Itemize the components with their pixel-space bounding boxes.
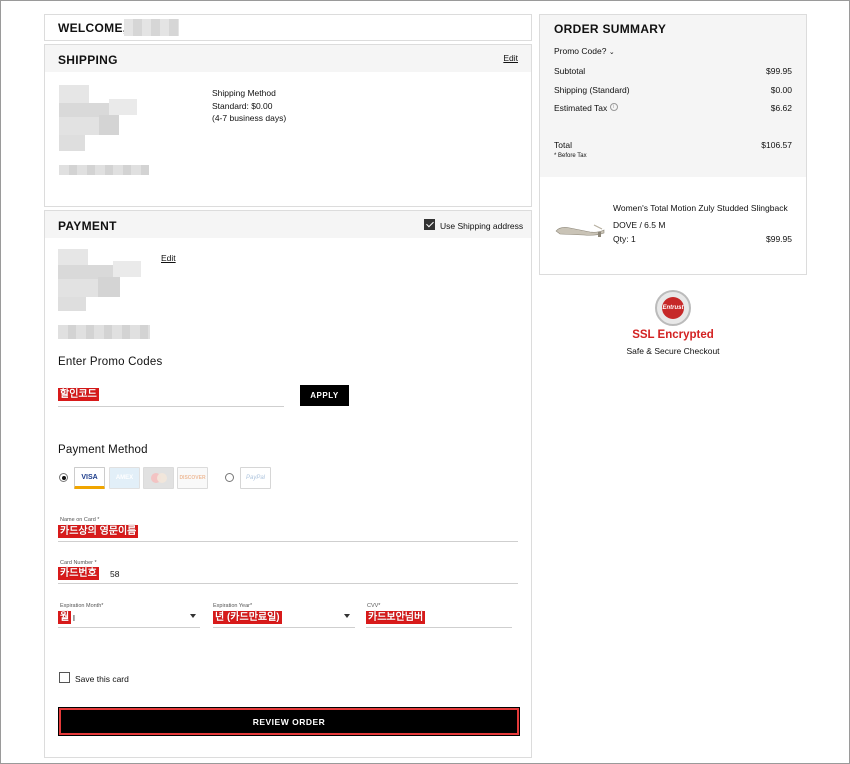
shipping-header: SHIPPING Edit [45, 45, 531, 72]
estimated-tax-value: $6.62 [770, 103, 792, 113]
before-tax-note: * Before Tax [554, 153, 587, 159]
promo-heading: Enter Promo Codes [58, 356, 163, 368]
cvv-input[interactable]: 카드보안넘버 [366, 611, 426, 624]
ssl-encrypted-label: SSL Encrypted [632, 329, 714, 341]
cvv-underline [366, 627, 512, 628]
shipping-cost-value: $0.00 [770, 85, 792, 95]
save-card-checkbox[interactable] [59, 672, 70, 683]
order-summary-title: ORDER SUMMARY [554, 22, 667, 36]
shipping-panel: SHIPPING Edit Shipping Method Standard: … [44, 44, 532, 207]
use-shipping-label: Use Shipping address [440, 221, 524, 231]
exp-year-select[interactable]: 년 (카드만료일) [213, 611, 282, 624]
exp-year-underline [213, 627, 355, 628]
estimated-tax-label: Estimated Tax i [554, 103, 618, 113]
product-thumbnail [555, 224, 605, 237]
name-on-card-input[interactable]: 카드상의 영문이름 [58, 525, 139, 538]
billing-edit-link[interactable]: Edit [161, 253, 176, 263]
exp-year-chevron-icon[interactable] [344, 614, 350, 618]
save-card-label: Save this card [75, 674, 129, 684]
payment-title: PAYMENT [58, 219, 117, 233]
card-number-input[interactable]: 카드번호 [58, 567, 99, 580]
visa-icon[interactable]: VISA [74, 467, 105, 489]
promo-code-toggle[interactable]: Promo Code? ⌄ [554, 46, 615, 56]
promo-code-toggle-label: Promo Code? [554, 46, 607, 56]
subtotal-value: $99.95 [766, 66, 792, 76]
shipping-method-eta: (4-7 business days) [212, 113, 287, 123]
welcome-label: WELCOME, [58, 21, 127, 35]
shipping-edit-link[interactable]: Edit [503, 53, 518, 63]
redacted-shipping-address [59, 85, 149, 185]
shipping-method-title: Shipping Method [212, 88, 276, 98]
paypal-icon[interactable]: PayPal [240, 467, 271, 489]
exp-month-suffix: l [73, 613, 75, 623]
item-qty: Qty: 1 [613, 234, 636, 244]
name-on-card-label: Name on Card * [60, 517, 100, 523]
paypal-radio[interactable] [225, 473, 234, 482]
redacted-username [124, 19, 179, 36]
total-value: $106.57 [761, 140, 792, 150]
cvv-label: CVV* [367, 603, 381, 609]
discover-icon[interactable]: DISCOVER [177, 467, 208, 489]
shipping-cost-label: Shipping (Standard) [554, 85, 630, 95]
exp-month-chevron-icon[interactable] [190, 614, 196, 618]
entrust-seal-icon[interactable]: Entrust [655, 290, 691, 326]
promo-input-underline [58, 406, 284, 407]
payment-method-heading: Payment Method [58, 444, 148, 456]
exp-year-label: Expiration Year* [213, 603, 253, 609]
payment-header: PAYMENT Use Shipping address [45, 211, 531, 238]
exp-month-underline [58, 627, 200, 628]
use-shipping-checkbox[interactable] [424, 219, 435, 230]
safe-checkout-label: Safe & Secure Checkout [626, 346, 720, 356]
estimated-tax-text: Estimated Tax [554, 103, 608, 113]
mastercard-icon[interactable] [143, 467, 174, 489]
order-summary-panel: ORDER SUMMARY Promo Code? ⌄ Subtotal $99… [539, 14, 807, 275]
welcome-bar: WELCOME, [44, 14, 532, 41]
card-number-label: Card Number * [60, 560, 97, 566]
name-on-card-underline [58, 541, 518, 542]
payment-panel: PAYMENT Use Shipping address Edit Enter … [44, 210, 532, 758]
exp-month-label: Expiration Month* [60, 603, 104, 609]
exp-month-select[interactable]: 월 [58, 611, 72, 624]
item-price: $99.95 [766, 234, 792, 244]
shipping-method-block: Shipping Method Standard: $0.00 (4-7 bus… [212, 87, 286, 125]
item-name[interactable]: Women's Total Motion Zuly Studded Slingb… [613, 203, 788, 213]
redacted-billing-address [58, 249, 153, 344]
entrust-seal-label: Entrust [662, 297, 684, 319]
total-label: Total [554, 140, 572, 150]
info-icon[interactable]: i [609, 103, 618, 111]
chevron-down-icon: ⌄ [608, 49, 615, 56]
promo-code-input[interactable]: 할인코드 [58, 388, 99, 401]
subtotal-label: Subtotal [554, 66, 586, 76]
card-radio[interactable] [59, 473, 68, 482]
review-order-button[interactable]: REVIEW ORDER [58, 707, 520, 736]
shipping-title: SHIPPING [58, 53, 118, 67]
amex-icon[interactable]: AMEX [109, 467, 140, 489]
item-variant: DOVE / 6.5 M [613, 220, 666, 230]
card-number-suffix: 58 [110, 569, 120, 579]
shipping-method-price: Standard: $0.00 [212, 100, 273, 111]
apply-button[interactable]: APPLY [300, 385, 349, 406]
card-number-underline [58, 583, 518, 584]
